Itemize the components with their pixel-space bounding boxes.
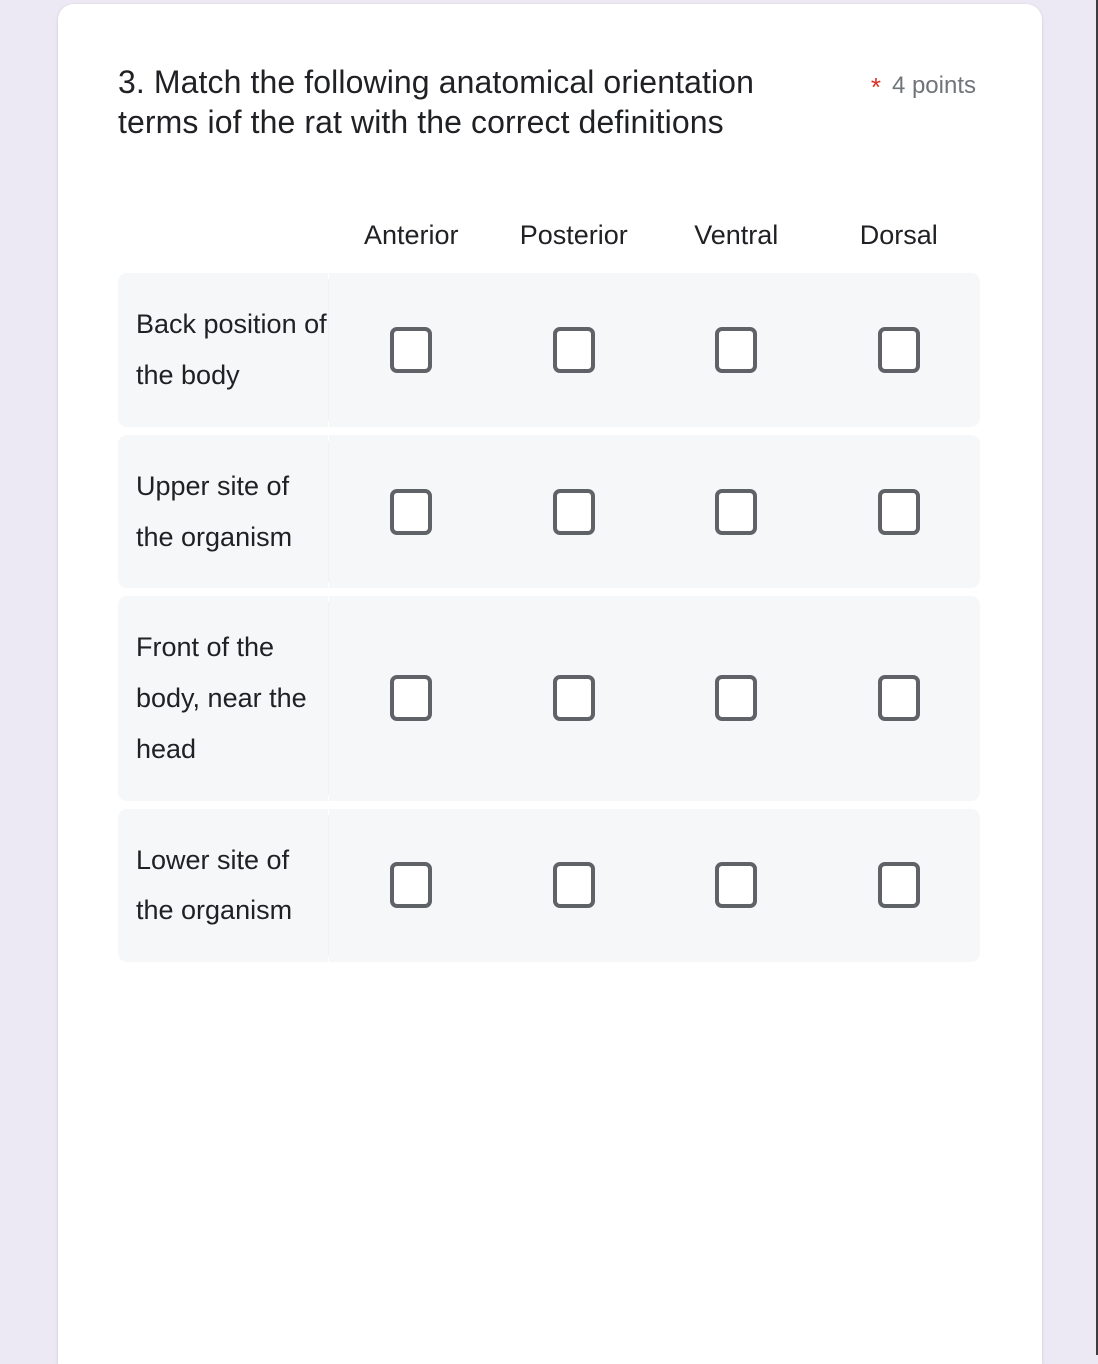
table-row: Lower site of the organism (118, 808, 981, 963)
question-header: 3. Match the following anatomical orient… (118, 62, 980, 143)
table-row: Back position of the body (118, 273, 980, 427)
cell-row1-posterior[interactable] (493, 435, 656, 589)
question-card: 3. Match the following anatomical orient… (58, 4, 1042, 1364)
checkbox-row3-posterior[interactable] (552, 862, 595, 909)
cell-row2-dorsal[interactable] (818, 596, 981, 800)
row-label-lower-site: Lower site of the organism (136, 844, 293, 926)
checkbox-row3-anterior[interactable] (390, 862, 433, 909)
cell-row2-anterior[interactable] (330, 596, 493, 800)
grid-column-headers: Anterior Posterior Ventral Dorsal (118, 219, 980, 273)
column-header-anterior: Anterior (363, 219, 459, 250)
cell-row2-posterior[interactable] (493, 596, 656, 800)
checkbox-row1-ventral[interactable] (715, 488, 758, 535)
points-label: 4 points (891, 72, 976, 99)
row-label-upper-site: Upper site of the organism (136, 470, 293, 552)
question-meta: * 4 points (870, 72, 976, 102)
required-asterisk-icon: * (870, 72, 881, 102)
cell-row0-dorsal[interactable] (818, 273, 981, 427)
checkbox-row3-dorsal[interactable] (877, 862, 920, 909)
cell-row0-posterior[interactable] (493, 273, 656, 427)
checkbox-row0-anterior[interactable] (390, 327, 433, 374)
checkbox-row1-anterior[interactable] (390, 488, 433, 535)
row-divider (328, 273, 329, 427)
checkbox-row0-dorsal[interactable] (877, 327, 920, 374)
checkbox-row2-anterior[interactable] (390, 675, 433, 722)
cell-row0-anterior[interactable] (330, 273, 493, 427)
cell-row3-ventral[interactable] (655, 809, 818, 963)
cell-row0-ventral[interactable] (655, 273, 818, 427)
checkbox-row2-ventral[interactable] (715, 675, 758, 722)
checkbox-row0-ventral[interactable] (715, 327, 758, 374)
question-title: 3. Match the following anatomical orient… (118, 64, 754, 141)
row-label-back-position: Back position of the body (136, 309, 327, 391)
cell-row2-ventral[interactable] (655, 596, 818, 800)
cell-row3-posterior[interactable] (493, 809, 656, 963)
checkbox-row1-posterior[interactable] (552, 488, 595, 535)
row-label-front-of-body: Front of the body, near the head (136, 632, 307, 764)
checkbox-row2-dorsal[interactable] (877, 675, 920, 722)
row-divider (328, 434, 329, 589)
column-header-posterior: Posterior (519, 219, 628, 250)
table-row: Front of the body, near the head (118, 596, 981, 801)
cell-row1-anterior[interactable] (330, 435, 493, 589)
checkbox-row2-posterior[interactable] (552, 675, 595, 722)
cell-row1-dorsal[interactable] (818, 435, 981, 589)
vertical-scrollbar[interactable] (1074, 0, 1096, 1355)
checkbox-row3-ventral[interactable] (715, 862, 758, 909)
column-header-dorsal: Dorsal (859, 219, 938, 250)
question-card-inner: 3. Match the following anatomical orient… (58, 4, 1042, 963)
cell-row3-dorsal[interactable] (818, 809, 981, 963)
multiple-choice-grid: Anterior Posterior Ventral Dorsal Back p… (118, 219, 981, 963)
column-header-ventral: Ventral (694, 219, 779, 250)
table-row: Upper site of the organism (118, 434, 981, 589)
cell-row3-anterior[interactable] (330, 809, 493, 963)
checkbox-row0-posterior[interactable] (552, 327, 595, 374)
row-divider (328, 808, 329, 963)
cell-row1-ventral[interactable] (655, 435, 818, 589)
checkbox-row1-dorsal[interactable] (877, 488, 920, 535)
row-divider (328, 596, 329, 801)
